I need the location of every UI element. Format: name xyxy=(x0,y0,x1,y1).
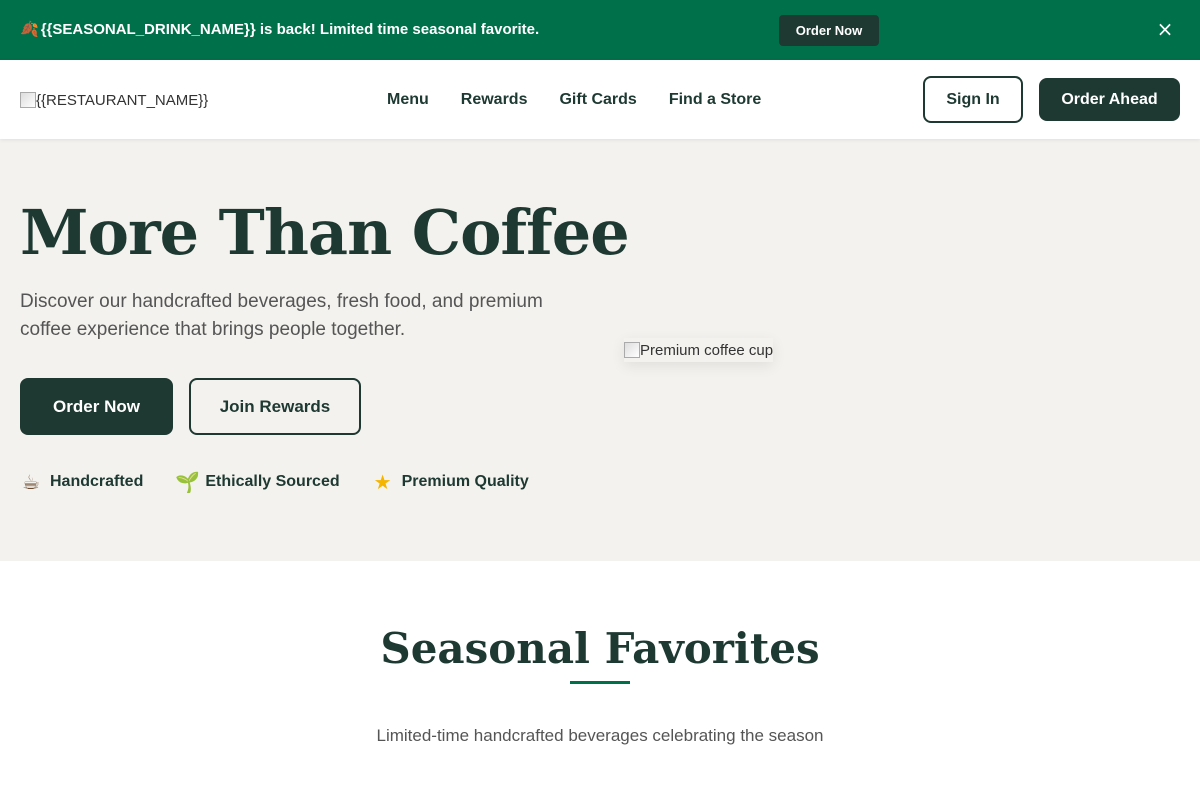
feature-list: ☕ Handcrafted 🌱 Ethically Sourced ★ Prem… xyxy=(20,470,529,494)
promo-order-now-button[interactable]: Order Now xyxy=(779,15,879,46)
hero-image-alt-text: Premium coffee cup xyxy=(640,341,774,359)
logo[interactable]: {{RESTAURANT_NAME}} xyxy=(20,89,208,111)
hero-image: Premium coffee cup xyxy=(624,338,774,362)
hero-subtitle: Discover our handcrafted beverages, fres… xyxy=(20,291,543,340)
feature-premium-quality: ★ Premium Quality xyxy=(372,470,529,494)
promo-text: {{SEASONAL_DRINK_NAME}} is back! Limited… xyxy=(40,21,540,38)
nav-link-find-a-store[interactable]: Find a Store xyxy=(669,89,761,111)
broken-image-icon xyxy=(624,342,640,358)
leaf-icon: 🍂 xyxy=(20,21,39,38)
title-underline xyxy=(570,681,630,684)
nav-link-gift-cards[interactable]: Gift Cards xyxy=(559,89,636,111)
join-rewards-button[interactable]: Join Rewards xyxy=(189,378,361,435)
star-icon: ★ xyxy=(373,470,392,494)
feature-label: Ethically Sourced xyxy=(205,473,340,490)
hero-title: More Than Coffee xyxy=(20,196,630,269)
feature-ethically-sourced: 🌱 Ethically Sourced xyxy=(175,470,339,494)
site-header: {{RESTAURANT_NAME}} Menu Rewards Gift Ca… xyxy=(0,60,1200,139)
seasonal-favorites-section: Seasonal Favorites Limited-time handcraf… xyxy=(0,561,1200,800)
feature-handcrafted: ☕ Handcrafted xyxy=(20,470,143,494)
section-title: Seasonal Favorites xyxy=(380,624,820,673)
nav-link-rewards[interactable]: Rewards xyxy=(461,89,528,111)
section-subtitle: Limited-time handcrafted beverages celeb… xyxy=(376,726,824,745)
broken-image-icon xyxy=(20,92,36,108)
feature-label: Premium Quality xyxy=(401,473,529,490)
main-nav: Menu Rewards Gift Cards Find a Store xyxy=(387,89,761,111)
order-ahead-button[interactable]: Order Ahead xyxy=(1039,78,1180,121)
nav-link-menu[interactable]: Menu xyxy=(387,89,429,111)
promo-message: 🍂 {{SEASONAL_DRINK_NAME}} is back! Limite… xyxy=(20,20,539,40)
feature-label: Handcrafted xyxy=(50,473,144,490)
hero-section: More Than Coffee Discover our handcrafte… xyxy=(0,139,1200,561)
sign-in-button[interactable]: Sign In xyxy=(923,76,1023,123)
close-icon[interactable]: × xyxy=(1152,16,1178,42)
coffee-cup-icon: ☕ xyxy=(22,470,40,494)
seedling-icon: 🌱 xyxy=(175,470,201,494)
promo-banner: 🍂 {{SEASONAL_DRINK_NAME}} is back! Limite… xyxy=(0,0,1200,60)
logo-alt-text: {{RESTAURANT_NAME}} xyxy=(36,91,209,109)
hero-order-now-button[interactable]: Order Now xyxy=(20,378,173,435)
